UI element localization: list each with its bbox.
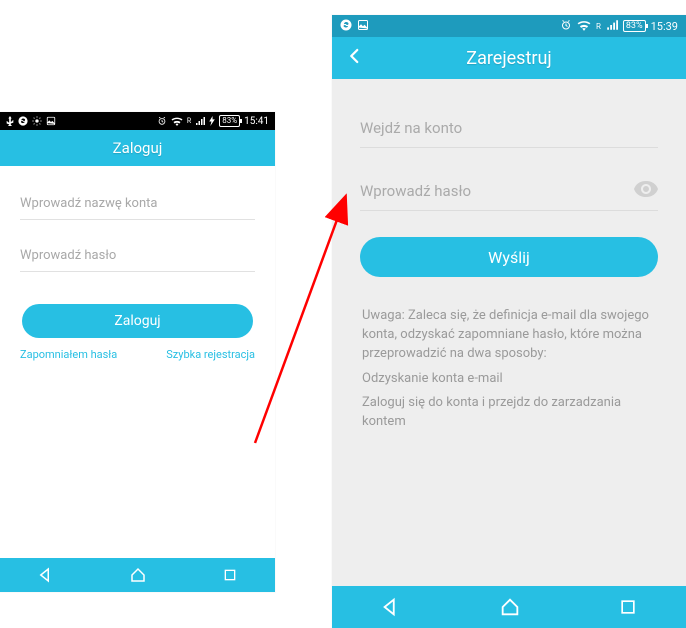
- login-form: Zaloguj Zapomniałem hasła Szybka rejestr…: [0, 166, 275, 361]
- signal-roaming-icon: R: [596, 22, 601, 31]
- picture-icon: [357, 19, 369, 34]
- quick-register-link[interactable]: Szybka rejestracja: [166, 348, 255, 361]
- nav-home-icon[interactable]: [129, 566, 147, 584]
- android-nav-bar: [332, 586, 686, 628]
- bolt-icon: [209, 116, 215, 126]
- password-input[interactable]: [20, 240, 255, 272]
- signal-icon: [606, 19, 618, 34]
- status-bar: R 83% 15:39: [332, 15, 686, 37]
- eye-icon[interactable]: [634, 180, 658, 202]
- page-title: Zarejestruj: [332, 48, 686, 69]
- alarm-icon: [157, 116, 167, 126]
- note-line-3: Zaloguj się do konta i przejdz do zarzad…: [362, 394, 656, 432]
- signal-icon: [195, 116, 205, 126]
- android-nav-bar: [0, 558, 275, 592]
- note-line-2: Odzyskanie konta e-mail: [362, 370, 656, 389]
- password-input[interactable]: [360, 172, 634, 210]
- note-line-1: Uwaga: Zaleca się, że definicja e-mail d…: [362, 307, 656, 364]
- brightness-icon: [32, 116, 42, 126]
- nav-home-icon[interactable]: [499, 596, 521, 618]
- header: Zarejestruj: [332, 37, 686, 79]
- signal-roaming-icon: R: [187, 117, 191, 125]
- forgot-password-link[interactable]: Zapomniałem hasła: [20, 348, 117, 361]
- nav-recent-icon[interactable]: [618, 597, 638, 617]
- register-form: Wyślij Uwaga: Zaleca się, że definicja e…: [332, 79, 686, 432]
- account-input[interactable]: [360, 109, 658, 147]
- wifi-icon: [577, 19, 591, 34]
- status-bar: R 83% 15:41: [0, 112, 275, 130]
- account-input[interactable]: [20, 188, 255, 220]
- usb-icon: [6, 116, 14, 126]
- login-screen: R 83% 15:41 Zaloguj Zaloguj Zapomniałem …: [0, 112, 275, 592]
- header: Zaloguj: [0, 130, 275, 166]
- login-button[interactable]: Zaloguj: [22, 304, 253, 338]
- battery-badge: 83%: [219, 115, 240, 127]
- status-time: 15:39: [651, 20, 678, 33]
- register-screen: R 83% 15:39 Zarejestruj Wyślij Uwaga: Za…: [332, 15, 686, 628]
- wifi-icon: [171, 116, 183, 126]
- nav-back-icon[interactable]: [380, 596, 402, 618]
- note-text: Uwaga: Zaleca się, że definicja e-mail d…: [360, 307, 658, 432]
- page-title: Zaloguj: [113, 139, 163, 157]
- alarm-icon: [560, 19, 572, 34]
- status-time: 15:41: [244, 116, 269, 127]
- nav-back-icon[interactable]: [37, 566, 55, 584]
- submit-button[interactable]: Wyślij: [360, 237, 658, 277]
- battery-badge: 83%: [623, 20, 646, 32]
- skype-icon: [340, 19, 352, 34]
- back-button[interactable]: [346, 47, 364, 70]
- skype-icon: [18, 116, 28, 126]
- nav-recent-icon[interactable]: [222, 567, 238, 583]
- picture-icon: [46, 116, 56, 126]
